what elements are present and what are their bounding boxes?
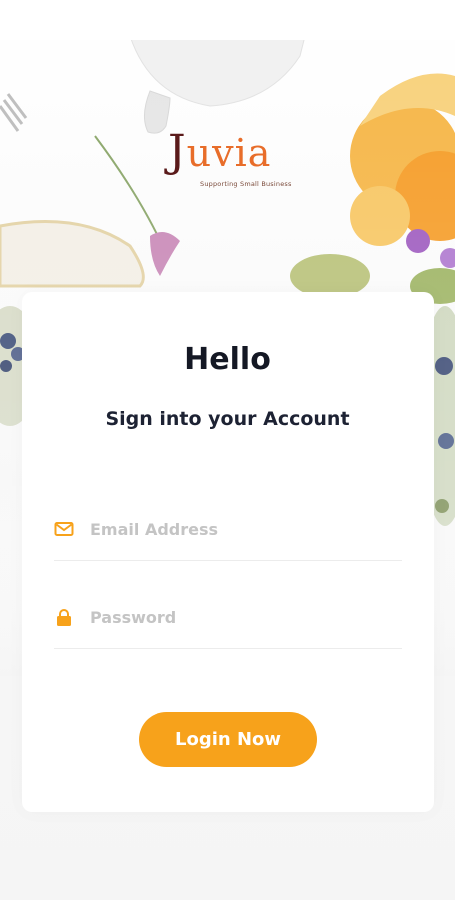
brand-tagline: Supporting Small Business bbox=[200, 180, 292, 188]
brand-logo: Juvia Supporting Small Business bbox=[168, 126, 291, 196]
login-button[interactable]: Login Now bbox=[139, 712, 317, 767]
password-field bbox=[54, 592, 402, 649]
password-input[interactable] bbox=[90, 604, 390, 630]
email-input[interactable] bbox=[90, 516, 390, 542]
lock-icon bbox=[54, 608, 74, 626]
top-bar-area bbox=[0, 0, 455, 40]
email-field bbox=[54, 504, 402, 561]
envelope-icon bbox=[54, 520, 74, 538]
login-heading: Hello bbox=[184, 342, 271, 377]
brand-logo-wordmark: Juvia bbox=[168, 126, 272, 177]
login-subtitle: Sign into your Account bbox=[105, 408, 350, 430]
